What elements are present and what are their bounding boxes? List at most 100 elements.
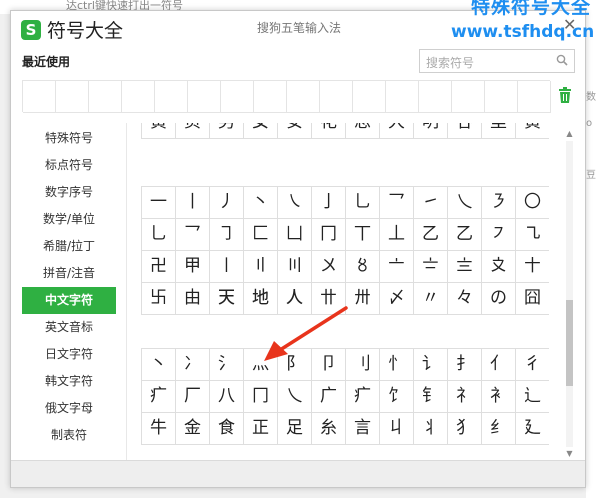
symbol-cell[interactable]: 乀 bbox=[278, 381, 312, 413]
symbol-cell[interactable]: 丩 bbox=[380, 413, 414, 445]
symbol-cell[interactable]: 彳 bbox=[516, 349, 549, 381]
recent-slot[interactable] bbox=[122, 81, 155, 113]
symbol-cell[interactable]: 〥 bbox=[346, 251, 380, 283]
recent-slot[interactable] bbox=[485, 81, 518, 113]
symbol-cell[interactable]: 乙 bbox=[448, 219, 482, 251]
recent-slot[interactable] bbox=[221, 81, 254, 113]
symbol-cell[interactable]: 甲 bbox=[176, 251, 210, 283]
symbol-cell[interactable]: 々 bbox=[448, 283, 482, 315]
sidebar-category-item[interactable]: 英文音标 bbox=[22, 314, 116, 341]
symbol-cell[interactable]: 乀 bbox=[448, 187, 482, 219]
symbol-cell[interactable]: 卐 bbox=[142, 283, 176, 315]
symbol-cell[interactable]: 廴 bbox=[516, 413, 549, 445]
symbol-cell[interactable]: 丄 bbox=[380, 219, 414, 251]
symbol-cell[interactable]: 忄 bbox=[380, 349, 414, 381]
symbol-cell[interactable]: 冫 bbox=[176, 349, 210, 381]
symbol-cell[interactable]: 辶 bbox=[516, 381, 549, 413]
sidebar-category-item[interactable]: 数学/单位 bbox=[22, 206, 116, 233]
sidebar-category-item[interactable]: 日文字符 bbox=[22, 341, 116, 368]
symbol-cell[interactable]: 厂 bbox=[176, 381, 210, 413]
symbol-cell[interactable]: 〸 bbox=[516, 251, 549, 283]
recent-slot[interactable] bbox=[188, 81, 221, 113]
symbol-cell[interactable]: 八 bbox=[210, 381, 244, 413]
symbol-cell[interactable]: 谷 bbox=[448, 123, 482, 139]
symbol-cell[interactable]: ㇋ bbox=[482, 187, 516, 219]
sidebar-category-item[interactable]: 制表符 bbox=[22, 422, 116, 449]
sidebar-category-item[interactable]: 韩文字符 bbox=[22, 368, 116, 395]
symbol-cell[interactable]: 〡 bbox=[210, 251, 244, 283]
symbol-cell[interactable]: 黄 bbox=[142, 123, 176, 139]
symbol-cell[interactable]: 乛 bbox=[380, 187, 414, 219]
scroll-up-arrow[interactable]: ▲ bbox=[564, 129, 575, 139]
symbol-cell[interactable]: 卍 bbox=[142, 251, 176, 283]
symbol-cell[interactable]: 冂 bbox=[244, 381, 278, 413]
symbol-cell[interactable]: 安 bbox=[278, 123, 312, 139]
symbol-cell[interactable]: 食 bbox=[210, 413, 244, 445]
recent-slot[interactable] bbox=[320, 81, 353, 113]
recent-slot[interactable] bbox=[254, 81, 287, 113]
symbol-cell[interactable]: 〦 bbox=[380, 251, 414, 283]
symbol-cell[interactable]: 乛 bbox=[176, 219, 210, 251]
symbol-cell[interactable]: 金 bbox=[176, 413, 210, 445]
recent-slot[interactable] bbox=[155, 81, 188, 113]
symbol-cell[interactable]: 糸 bbox=[312, 413, 346, 445]
recent-slot[interactable] bbox=[23, 81, 56, 113]
symbol-cell[interactable]: ㇀ bbox=[414, 187, 448, 219]
recent-slot[interactable] bbox=[452, 81, 485, 113]
search-input[interactable]: 搜索符号 bbox=[419, 49, 575, 73]
symbol-cell[interactable]: 足 bbox=[278, 413, 312, 445]
scroll-thumb[interactable] bbox=[566, 300, 573, 386]
scrollbar[interactable]: ▲ ▼ bbox=[564, 129, 575, 459]
recent-slot[interactable] bbox=[353, 81, 386, 113]
symbol-cell[interactable]: 丅 bbox=[346, 219, 380, 251]
symbol-cell[interactable]: 〇 bbox=[516, 187, 549, 219]
symbol-cell[interactable]: 〨 bbox=[448, 251, 482, 283]
symbol-cell[interactable]: 衤 bbox=[482, 381, 516, 413]
sidebar-category-item[interactable]: 数字序号 bbox=[22, 179, 116, 206]
search-icon[interactable] bbox=[556, 54, 568, 66]
symbol-cell[interactable]: 花 bbox=[312, 123, 346, 139]
symbol-cell[interactable]: 页 bbox=[176, 123, 210, 139]
recent-slot[interactable] bbox=[89, 81, 122, 113]
sidebar-category-item[interactable]: 标点符号 bbox=[22, 152, 116, 179]
recent-slot[interactable] bbox=[419, 81, 452, 113]
symbol-cell[interactable]: 一 bbox=[142, 187, 176, 219]
symbol-cell[interactable]: 疒 bbox=[346, 381, 380, 413]
symbol-cell[interactable]: 牛 bbox=[142, 413, 176, 445]
symbol-cell[interactable]: 饣 bbox=[380, 381, 414, 413]
symbol-cell[interactable]: 冂 bbox=[312, 219, 346, 251]
symbol-cell[interactable]: 〣 bbox=[278, 251, 312, 283]
symbol-cell[interactable]: 囧 bbox=[516, 283, 549, 315]
symbol-cell[interactable]: 〧 bbox=[414, 251, 448, 283]
symbol-cell[interactable]: 大 bbox=[380, 123, 414, 139]
symbol-cell[interactable]: 正 bbox=[244, 413, 278, 445]
sidebar-category-item[interactable]: 拼音/注音 bbox=[22, 260, 116, 287]
symbol-cell[interactable]: 礻 bbox=[448, 381, 482, 413]
symbol-cell[interactable]: 犭 bbox=[448, 413, 482, 445]
symbol-cell[interactable]: 〺 bbox=[346, 283, 380, 315]
symbol-cell[interactable]: 扌 bbox=[448, 349, 482, 381]
symbol-cell[interactable]: 刂 bbox=[346, 349, 380, 381]
symbol-cell[interactable]: 〤 bbox=[312, 251, 346, 283]
symbol-cell[interactable]: 钅 bbox=[414, 381, 448, 413]
scroll-track[interactable] bbox=[566, 141, 573, 447]
symbol-cell[interactable]: の bbox=[482, 283, 516, 315]
symbol-cell[interactable]: 由 bbox=[176, 283, 210, 315]
symbol-cell[interactable]: 〩 bbox=[482, 251, 516, 283]
symbol-cell[interactable]: 疒 bbox=[142, 381, 176, 413]
symbol-cell[interactable]: ㇏ bbox=[278, 187, 312, 219]
symbol-cell[interactable]: 丨 bbox=[176, 187, 210, 219]
sidebar-category-item[interactable]: 俄文字母 bbox=[22, 395, 116, 422]
symbol-cell[interactable]: ㇇ bbox=[482, 219, 516, 251]
scroll-down-arrow[interactable]: ▼ bbox=[564, 449, 575, 459]
symbol-cell[interactable]: 男 bbox=[210, 123, 244, 139]
sidebar-category-item[interactable]: 希腊/拉丁 bbox=[22, 233, 116, 260]
symbol-cell[interactable]: 言 bbox=[346, 413, 380, 445]
symbol-cell[interactable]: 思 bbox=[346, 123, 380, 139]
symbol-cell[interactable]: 女 bbox=[244, 123, 278, 139]
sidebar-category-item[interactable]: 特殊符号 bbox=[22, 125, 116, 152]
symbol-cell[interactable]: 里 bbox=[482, 123, 516, 139]
symbol-cell[interactable]: ㆝ bbox=[210, 283, 244, 315]
symbol-cell[interactable]: 乙 bbox=[414, 219, 448, 251]
symbol-cell[interactable]: 丬 bbox=[414, 413, 448, 445]
